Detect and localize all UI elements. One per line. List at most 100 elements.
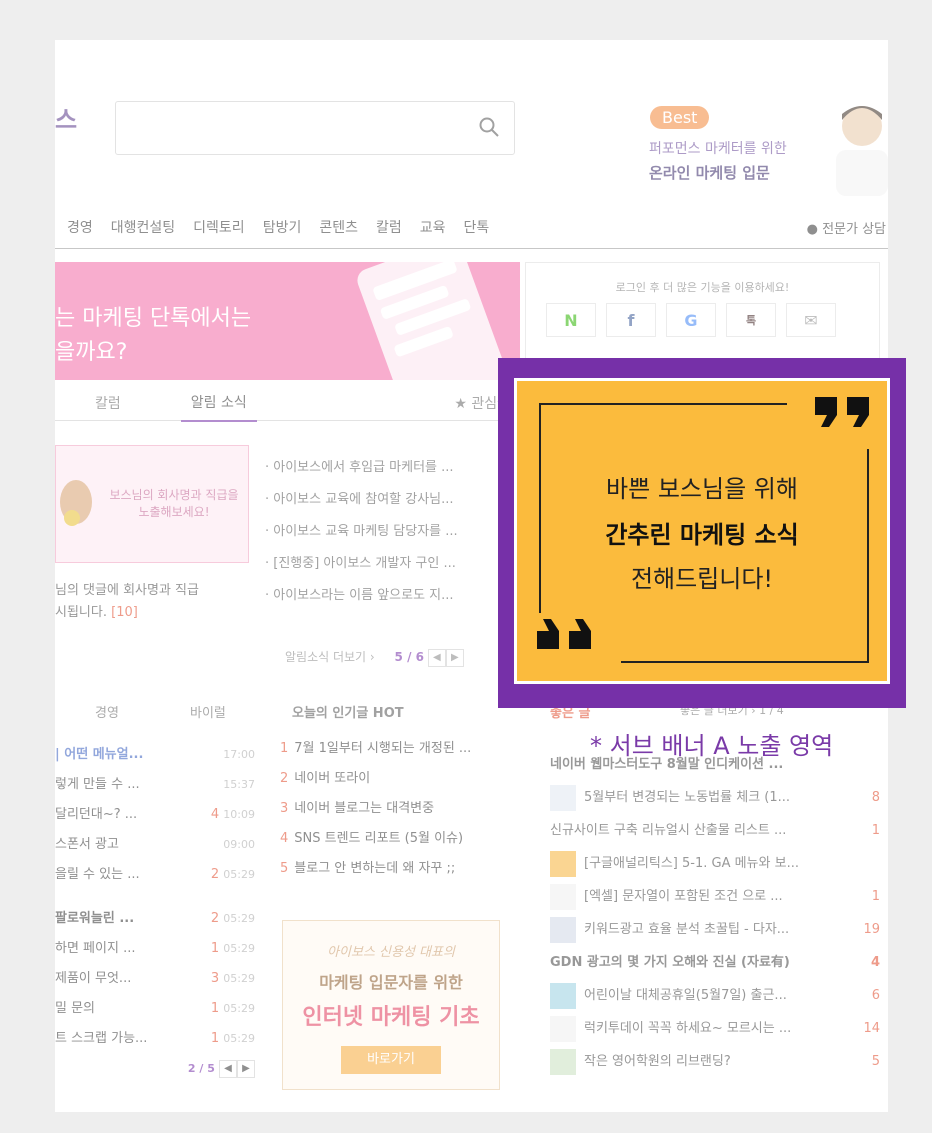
thumbnail bbox=[550, 784, 576, 811]
rank-number: 5 bbox=[280, 861, 289, 876]
list-item[interactable]: 5 블로그 안 변하는데 왜 자꾸 ;; bbox=[280, 854, 471, 884]
notice-caption: 님의 댓글에 회사명과 직급 시됩니다. [10] bbox=[55, 580, 199, 624]
ad-line1[interactable]: 퍼포먼스 마케터를 위한 bbox=[649, 138, 787, 158]
post-title: 을릴 수 있는 ... bbox=[55, 867, 140, 882]
list-item[interactable]: GDN 광고의 몇 가지 오해와 진실 (자료有) 4 bbox=[550, 946, 880, 979]
list-item[interactable]: 3 네이버 블로그는 대격변중 bbox=[280, 794, 471, 824]
nav-item-education[interactable]: 교육 bbox=[420, 217, 446, 237]
list-item[interactable]: [구글애널리틱스] 5-1. GA 메뉴와 보... bbox=[550, 847, 880, 880]
post-count: 1 bbox=[210, 1001, 220, 1016]
post-time: 17:00 bbox=[223, 748, 255, 761]
list-item[interactable]: 1 7월 1일부터 시행되는 개정된 ... bbox=[280, 734, 471, 764]
list-item[interactable]: · 아이보스라는 이름 앞으로도 지... bbox=[265, 580, 458, 612]
sub-banner-caption: * 서브 배너 A 노출 영역 bbox=[590, 732, 834, 760]
search-icon[interactable] bbox=[478, 116, 500, 138]
sub-banner-line3: 전해드립니다! bbox=[630, 565, 774, 593]
nav-item-content[interactable]: 콘텐츠 bbox=[319, 217, 358, 237]
search-input[interactable] bbox=[115, 101, 515, 155]
expert-consult-link[interactable]: ● 전문가 상담 bbox=[807, 218, 886, 237]
facebook-login-icon[interactable]: f bbox=[606, 303, 656, 337]
sub-banner-frame: 바쁜 보스님을 위해 간추린 마케팅 소식 전해드립니다! bbox=[498, 358, 906, 708]
post-title: 스폰서 광고 bbox=[55, 837, 119, 852]
expert-consult-label: 전문가 상담 bbox=[822, 222, 886, 237]
post-time: 05:29 bbox=[223, 1002, 255, 1015]
post-title: 키워드광고 효율 분석 초꿀팁 - 다자... bbox=[584, 922, 790, 937]
prev-icon[interactable]: ◀ bbox=[219, 1059, 237, 1078]
next-icon[interactable]: ▶ bbox=[445, 648, 464, 667]
ad-line2[interactable]: 온라인 마케팅 입문 bbox=[649, 162, 770, 183]
left-col-head1[interactable]: 경영 bbox=[95, 702, 119, 721]
post-title: 네이버 블로그는 대격변중 bbox=[294, 801, 435, 816]
list-item[interactable]: 트 스크랩 가능... 1 05:29 bbox=[55, 1024, 255, 1054]
notice-more-link[interactable]: 알림소식 더보기 › bbox=[285, 650, 375, 664]
education-promo[interactable]: 아이보스 신용성 대표의 마케팅 입문자를 위한 인터넷 마케팅 기초 바로가기 bbox=[282, 920, 500, 1090]
naver-login-icon[interactable]: N bbox=[546, 303, 596, 337]
list-item[interactable]: 달리던대~? ... 4 10:09 bbox=[55, 800, 255, 830]
list-item[interactable]: 어린이날 대체공휴일(5월7일) 출근... 6 bbox=[550, 979, 880, 1012]
list-item[interactable]: 럭키투데이 꼭꼭 하세요~ 모르시는 ... 14 bbox=[550, 1012, 880, 1045]
google-login-icon[interactable]: G bbox=[666, 303, 716, 337]
nav-item-column[interactable]: 칼럼 bbox=[376, 217, 402, 237]
site-logo[interactable]: 스 bbox=[55, 100, 77, 135]
left-col-head2[interactable]: 바이럴 bbox=[190, 702, 226, 721]
list-item[interactable]: 2 네이버 또라이 bbox=[280, 764, 471, 794]
promo-line3: 인터넷 마케팅 기초 bbox=[302, 1005, 480, 1030]
post-title: 블로그 안 변하는데 왜 자꾸 ;; bbox=[294, 861, 456, 876]
phone-illustration bbox=[357, 262, 506, 380]
list-item[interactable]: 스폰서 광고 09:00 bbox=[55, 830, 255, 860]
thumbnail bbox=[550, 1015, 576, 1042]
hot-col-head: 오늘의 인기글 HOT bbox=[292, 706, 404, 721]
list-item[interactable]: 신규사이트 구축 리뉴얼시 산출물 리스트 ... 1 bbox=[550, 814, 880, 847]
list-item[interactable]: · [진행중] 아이보스 개발자 구인 ... bbox=[265, 548, 458, 580]
content-tabs: 칼럼 알림 소식 ★ 관심글 bbox=[55, 384, 520, 422]
list-item[interactable]: · 아이보스 교육 마케팅 담당자를 ... bbox=[265, 516, 458, 548]
thumbnail bbox=[550, 1048, 576, 1075]
list-item[interactable]: 을릴 수 있는 ... 2 05:29 bbox=[55, 860, 255, 890]
list-item[interactable]: 팔로워늘린 ... 2 05:29 bbox=[55, 904, 255, 934]
email-login-icon[interactable]: ✉ bbox=[786, 303, 836, 337]
list-item[interactable]: 키워드광고 효율 분석 초꿀팁 - 다자... 19 bbox=[550, 913, 880, 946]
next-icon[interactable]: ▶ bbox=[237, 1059, 255, 1078]
list-item[interactable]: 하면 페이지 ... 1 05:29 bbox=[55, 934, 255, 964]
nav-divider bbox=[55, 248, 888, 249]
post-count: 14 bbox=[863, 1021, 880, 1036]
post-title: 5월부터 변경되는 노동법률 체크 (1... bbox=[584, 790, 791, 805]
post-count: 1 bbox=[871, 889, 880, 904]
list-item[interactable]: 4 SNS 트렌드 리포트 (5월 이슈) bbox=[280, 824, 471, 854]
list-item[interactable]: 작은 영어학원의 리브랜딩? 5 bbox=[550, 1045, 880, 1078]
list-item[interactable]: 밀 문의 1 05:29 bbox=[55, 994, 255, 1024]
nav-item-directory[interactable]: 디렉토리 bbox=[193, 217, 245, 237]
notice-more-row: 알림소식 더보기 › 5 / 6 ◀ ▶ bbox=[285, 648, 464, 667]
promo-go-button[interactable]: 바로가기 bbox=[341, 1046, 441, 1074]
post-time: 05:29 bbox=[223, 972, 255, 985]
tab-notice[interactable]: 알림 소식 bbox=[180, 384, 257, 422]
tab-column[interactable]: 칼럼 bbox=[95, 393, 121, 413]
notice-item-title: 아이보스 교육에 참여할 강사님... bbox=[273, 492, 454, 507]
list-item[interactable]: | 어떤 메뉴얼... 17:00 bbox=[55, 740, 255, 770]
frame-line-bottom bbox=[621, 661, 869, 663]
nav-item-agency[interactable]: 대행컨설팅 bbox=[111, 217, 175, 237]
prev-icon[interactable]: ◀ bbox=[427, 648, 446, 667]
left-page: 2 / 5 bbox=[187, 1062, 215, 1075]
ad-person-image bbox=[836, 106, 888, 196]
post-title: GDN 광고의 몇 가지 오해와 진실 (자료有) bbox=[550, 955, 790, 970]
main-banner[interactable]: 는 마케팅 단톡에서는 을까요? bbox=[55, 262, 520, 380]
nav-item-chat[interactable]: 단톡 bbox=[464, 217, 490, 237]
list-item[interactable]: 렇게 만들 수 ... 15:37 bbox=[55, 770, 255, 800]
post-title: [엑셀] 문자열이 포함된 조건 으로 ... bbox=[584, 889, 783, 904]
notice-item-title: 아이보스 교육 마케팅 담당자를 ... bbox=[273, 524, 458, 539]
list-item[interactable]: 5월부터 변경되는 노동법률 체크 (1... 8 bbox=[550, 781, 880, 814]
thumbnail bbox=[550, 850, 576, 877]
list-item[interactable]: 제품이 무엇... 3 05:29 bbox=[55, 964, 255, 994]
nav-item-management[interactable]: 경영 bbox=[67, 217, 93, 237]
list-item[interactable]: [엑셀] 문자열이 포함된 조건 으로 ... 1 bbox=[550, 880, 880, 913]
main-nav: 경영 대행컨설팅 디렉토리 탐방기 콘텐츠 칼럼 교육 단톡 ● 전문가 상담 bbox=[55, 212, 888, 242]
notice-promo-box[interactable]: 보스님의 회사명과 직급을 노출해보세요! bbox=[55, 445, 249, 563]
sub-banner-card[interactable]: 바쁜 보스님을 위해 간추린 마케팅 소식 전해드립니다! bbox=[514, 378, 890, 684]
character-icon bbox=[60, 480, 92, 526]
kakao-login-icon[interactable]: 톡 bbox=[726, 303, 776, 337]
banner-line2: 을까요? bbox=[55, 340, 128, 365]
list-item[interactable]: · 아이보스에서 후임급 마케터를 ... bbox=[265, 452, 458, 484]
nav-item-visit[interactable]: 탐방기 bbox=[263, 217, 302, 237]
list-item[interactable]: · 아이보스 교육에 참여할 강사님... bbox=[265, 484, 458, 516]
